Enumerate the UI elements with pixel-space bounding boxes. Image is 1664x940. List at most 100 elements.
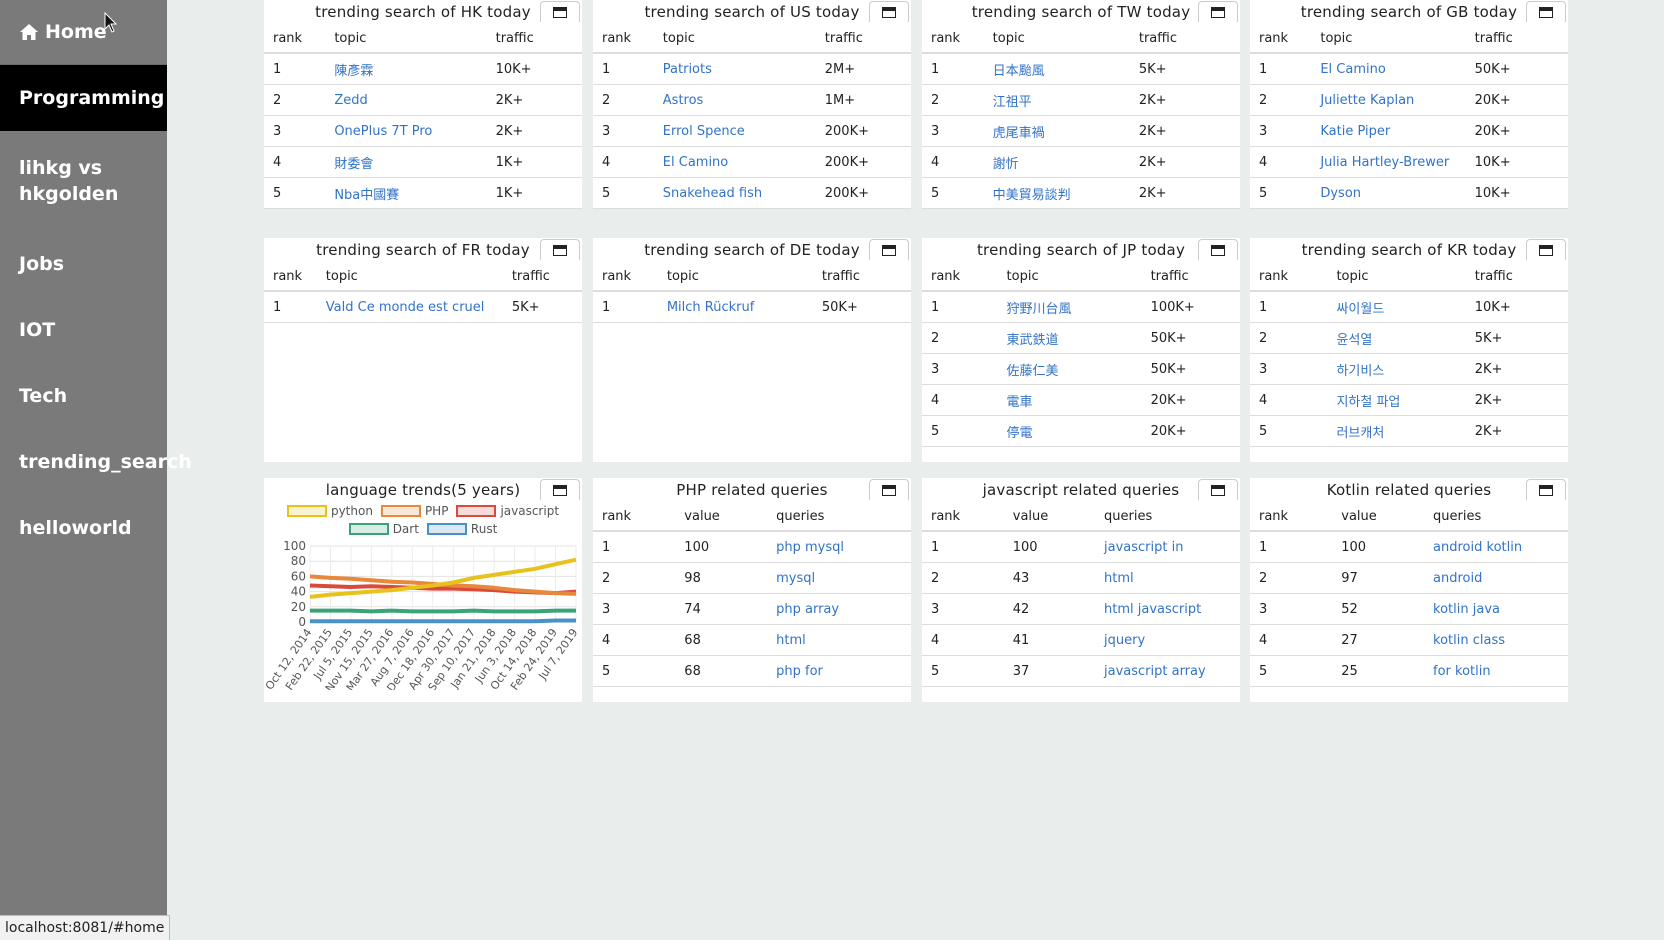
topic-link[interactable]: Juliette Kaplan — [1311, 84, 1466, 116]
nav-programming[interactable]: Programming — [0, 65, 167, 131]
legend-swatch — [286, 505, 327, 517]
topic-link[interactable]: 江祖平 — [983, 84, 1130, 116]
topic-link[interactable]: 虎尾車禍 — [983, 115, 1130, 147]
topic-link[interactable]: 謝忻 — [983, 146, 1130, 178]
topic-link[interactable]: 러브캐처 — [1327, 415, 1466, 447]
table-row: 5 68 php for — [593, 655, 911, 687]
topic-link[interactable]: android — [1424, 562, 1568, 594]
value-cell: 2K+ — [1465, 415, 1568, 447]
table-row: 5 Dyson 10K+ — [1250, 177, 1568, 209]
topic-link[interactable]: El Camino — [1311, 53, 1466, 85]
rank-cell: 5 — [593, 655, 676, 687]
rank-cell: 3 — [264, 115, 326, 147]
legend-item[interactable]: Rust — [426, 522, 497, 536]
topic-link[interactable]: kotlin class — [1424, 624, 1568, 656]
table-row: 3 虎尾車禍 2K+ — [922, 115, 1240, 147]
topic-link[interactable]: El Camino — [653, 146, 816, 178]
topic-link[interactable]: 財委會 — [325, 146, 487, 178]
maximize-button[interactable] — [1526, 239, 1566, 260]
nav-lihkg-vs-hkgolden[interactable]: lihkg vs hkgolden — [0, 131, 167, 231]
nav-tech[interactable]: Tech — [0, 363, 167, 429]
topic-link[interactable]: Snakehead fish — [653, 177, 816, 209]
topic-link[interactable]: 東武鉄道 — [997, 322, 1142, 354]
topic-link[interactable]: Zedd — [325, 84, 487, 116]
rank-cell: 4 — [922, 146, 984, 178]
maximize-button[interactable] — [1198, 1, 1238, 22]
nav-home[interactable]: Home — [0, 0, 167, 65]
topic-link[interactable]: kotlin java — [1424, 593, 1568, 625]
topic-link[interactable]: 하기비스 — [1327, 353, 1466, 385]
legend-item[interactable]: javascript — [456, 504, 559, 518]
maximize-button[interactable] — [540, 479, 580, 500]
maximize-button[interactable] — [540, 239, 580, 260]
topic-link[interactable]: 싸이월드 — [1327, 291, 1466, 323]
topic-link[interactable]: mysql — [767, 562, 911, 594]
topic-link[interactable]: OnePlus 7T Pro — [325, 115, 487, 147]
table-header-row: rank topic traffic — [593, 24, 911, 54]
nav-helloworld[interactable]: helloworld — [0, 495, 167, 561]
topic-link[interactable]: html — [1095, 562, 1240, 594]
topic-link[interactable]: jquery — [1095, 624, 1240, 656]
legend-item[interactable]: python — [286, 504, 373, 518]
topic-link[interactable]: 停電 — [997, 415, 1142, 447]
topic-link[interactable]: php for — [767, 655, 911, 687]
table-header-row: rank topic traffic — [593, 262, 911, 292]
topic-link[interactable]: for kotlin — [1424, 655, 1568, 687]
nav-iot[interactable]: IOT — [0, 297, 167, 363]
maximize-button[interactable] — [869, 239, 909, 260]
topic-link[interactable]: Nba中國賽 — [325, 177, 487, 209]
maximize-button[interactable] — [1526, 479, 1566, 500]
topic-link[interactable]: android kotlin — [1424, 531, 1568, 563]
topic-link[interactable]: 지하철 파업 — [1327, 384, 1466, 416]
maximize-button[interactable] — [1198, 239, 1238, 260]
y-tick-label: 100 — [283, 539, 306, 553]
topic-link[interactable]: javascript array — [1095, 655, 1240, 687]
topic-link[interactable]: Errol Spence — [653, 115, 816, 147]
maximize-button[interactable] — [1526, 1, 1566, 22]
topic-link[interactable]: 電車 — [997, 384, 1142, 416]
value-cell: 200K+ — [815, 115, 911, 147]
data-table: rank topic traffic 1 싸이월드 10K+ 2 윤석열 5K+ 3 하기비스 2K+… — [1250, 262, 1568, 447]
topic-link[interactable]: 佐藤仁美 — [997, 353, 1142, 385]
topic-link[interactable]: Dyson — [1311, 177, 1466, 209]
maximize-button[interactable] — [869, 479, 909, 500]
topic-link[interactable]: php array — [767, 593, 911, 625]
topic-link[interactable]: html — [767, 624, 911, 656]
nav-jobs[interactable]: Jobs — [0, 231, 167, 297]
value-cell: 2K+ — [1129, 84, 1240, 116]
topic-link[interactable]: html javascript — [1095, 593, 1240, 625]
topic-link[interactable]: php mysql — [767, 531, 911, 563]
nav-trending-search[interactable]: trending_search — [0, 429, 192, 495]
maximize-button[interactable] — [540, 1, 580, 22]
maximize-button[interactable] — [869, 1, 909, 22]
window-icon — [1211, 244, 1225, 256]
maximize-button[interactable] — [1198, 479, 1238, 500]
table-header-row: rank value queries — [922, 502, 1240, 532]
value-cell: 10K+ — [1465, 146, 1568, 178]
topic-link[interactable]: 日本颱風 — [983, 53, 1130, 85]
topic-link[interactable]: Katie Piper — [1311, 115, 1466, 147]
topic-link[interactable]: 윤석열 — [1327, 322, 1466, 354]
topic-link[interactable]: 中美貿易談判 — [983, 177, 1130, 209]
rank-cell: 1 — [264, 53, 326, 85]
topic-link[interactable]: Astros — [653, 84, 816, 116]
topic-link[interactable]: Milch Rückruf — [657, 291, 813, 323]
topic-link[interactable]: Julia Hartley-Brewer — [1311, 146, 1466, 178]
topic-link[interactable]: Patriots — [653, 53, 816, 85]
table-row: 3 OnePlus 7T Pro 2K+ — [264, 115, 582, 147]
topic-link[interactable]: Vald Ce monde est cruel — [316, 291, 503, 323]
trending-panel: trending search of FR today rank topic traf… — [264, 238, 582, 462]
legend-item[interactable]: PHP — [380, 504, 448, 518]
related-queries-panel: javascript related queries rank value queri… — [922, 478, 1240, 702]
column-header: queries — [767, 502, 911, 532]
topic-link[interactable]: javascript in — [1095, 531, 1240, 563]
rank-cell: 2 — [1250, 562, 1333, 594]
table-row: 2 Zedd 2K+ — [264, 84, 582, 116]
column-header: traffic — [1141, 262, 1240, 292]
topic-link[interactable]: 陳彥霖 — [325, 53, 487, 85]
rank-cell: 3 — [1250, 593, 1333, 625]
rank-cell: 1 — [593, 53, 654, 85]
topic-link[interactable]: 狩野川台風 — [997, 291, 1142, 323]
legend-item[interactable]: Dart — [348, 522, 419, 536]
rank-cell: 3 — [593, 593, 676, 625]
